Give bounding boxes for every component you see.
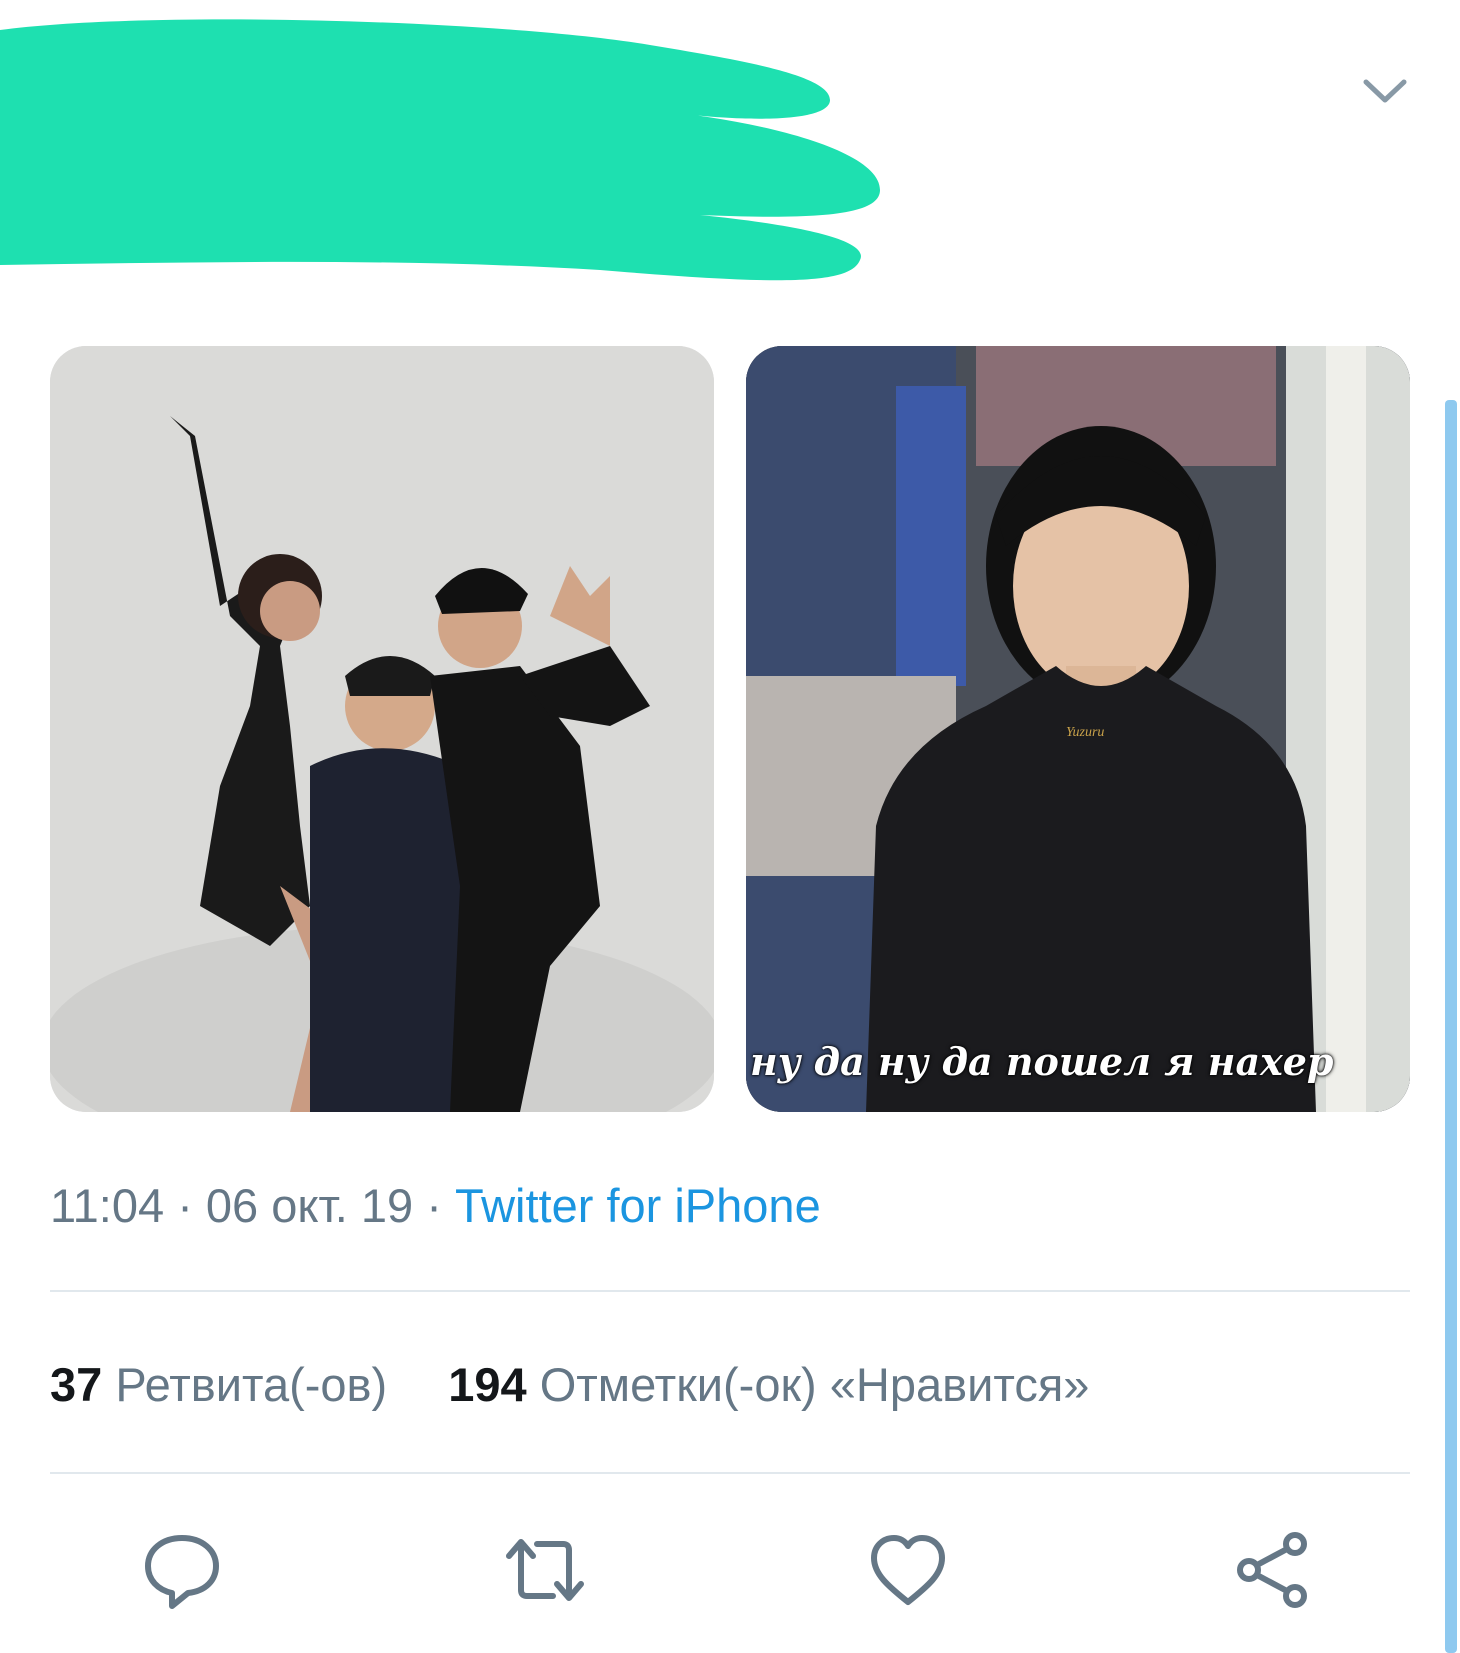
retweets-label: Ретвита(-ов) — [115, 1358, 388, 1411]
divider-bottom — [50, 1472, 1410, 1474]
tweet-source-link[interactable]: Twitter for iPhone — [455, 1179, 821, 1232]
heart-icon[interactable] — [868, 1530, 948, 1610]
media-image-right[interactable]: Yuzuru ну да ну да пошел я нахер — [746, 346, 1410, 1112]
tweet-date: 06 окт. 19 — [205, 1179, 414, 1232]
retweets-count: 37 — [50, 1358, 103, 1411]
meta-separator: · — [413, 1179, 455, 1232]
tweet-stats: 37 Ретвита(-ов) 194 Отметки(-ок) «Нравит… — [50, 1357, 1137, 1412]
likes-count: 194 — [448, 1358, 527, 1411]
chevron-down-icon[interactable] — [1360, 70, 1410, 110]
skaters-photo — [50, 346, 714, 1112]
portrait-photo: Yuzuru — [746, 346, 1410, 1112]
tweet-meta: 11:04 · 06 окт. 19 · Twitter for iPhone — [50, 1178, 821, 1233]
tweet-time: 11:04 — [50, 1179, 165, 1232]
share-icon[interactable] — [1233, 1530, 1313, 1610]
svg-text:Yuzuru: Yuzuru — [1066, 725, 1104, 740]
scrollbar[interactable] — [1445, 400, 1457, 1653]
divider-top — [50, 1290, 1410, 1292]
retweet-icon[interactable] — [505, 1530, 585, 1610]
image-caption: ну да ну да пошел я нахер — [750, 1039, 1334, 1084]
meta-separator: · — [164, 1179, 206, 1232]
redaction-scribble — [0, 19, 880, 281]
reply-icon[interactable] — [142, 1530, 222, 1610]
media-image-left[interactable] — [50, 346, 714, 1112]
likes-stat[interactable]: 194 Отметки(-ок) «Нравится» — [448, 1358, 1089, 1411]
retweets-stat[interactable]: 37 Ретвита(-ов) — [50, 1358, 387, 1411]
likes-label: Отметки(-ок) «Нравится» — [539, 1358, 1090, 1411]
